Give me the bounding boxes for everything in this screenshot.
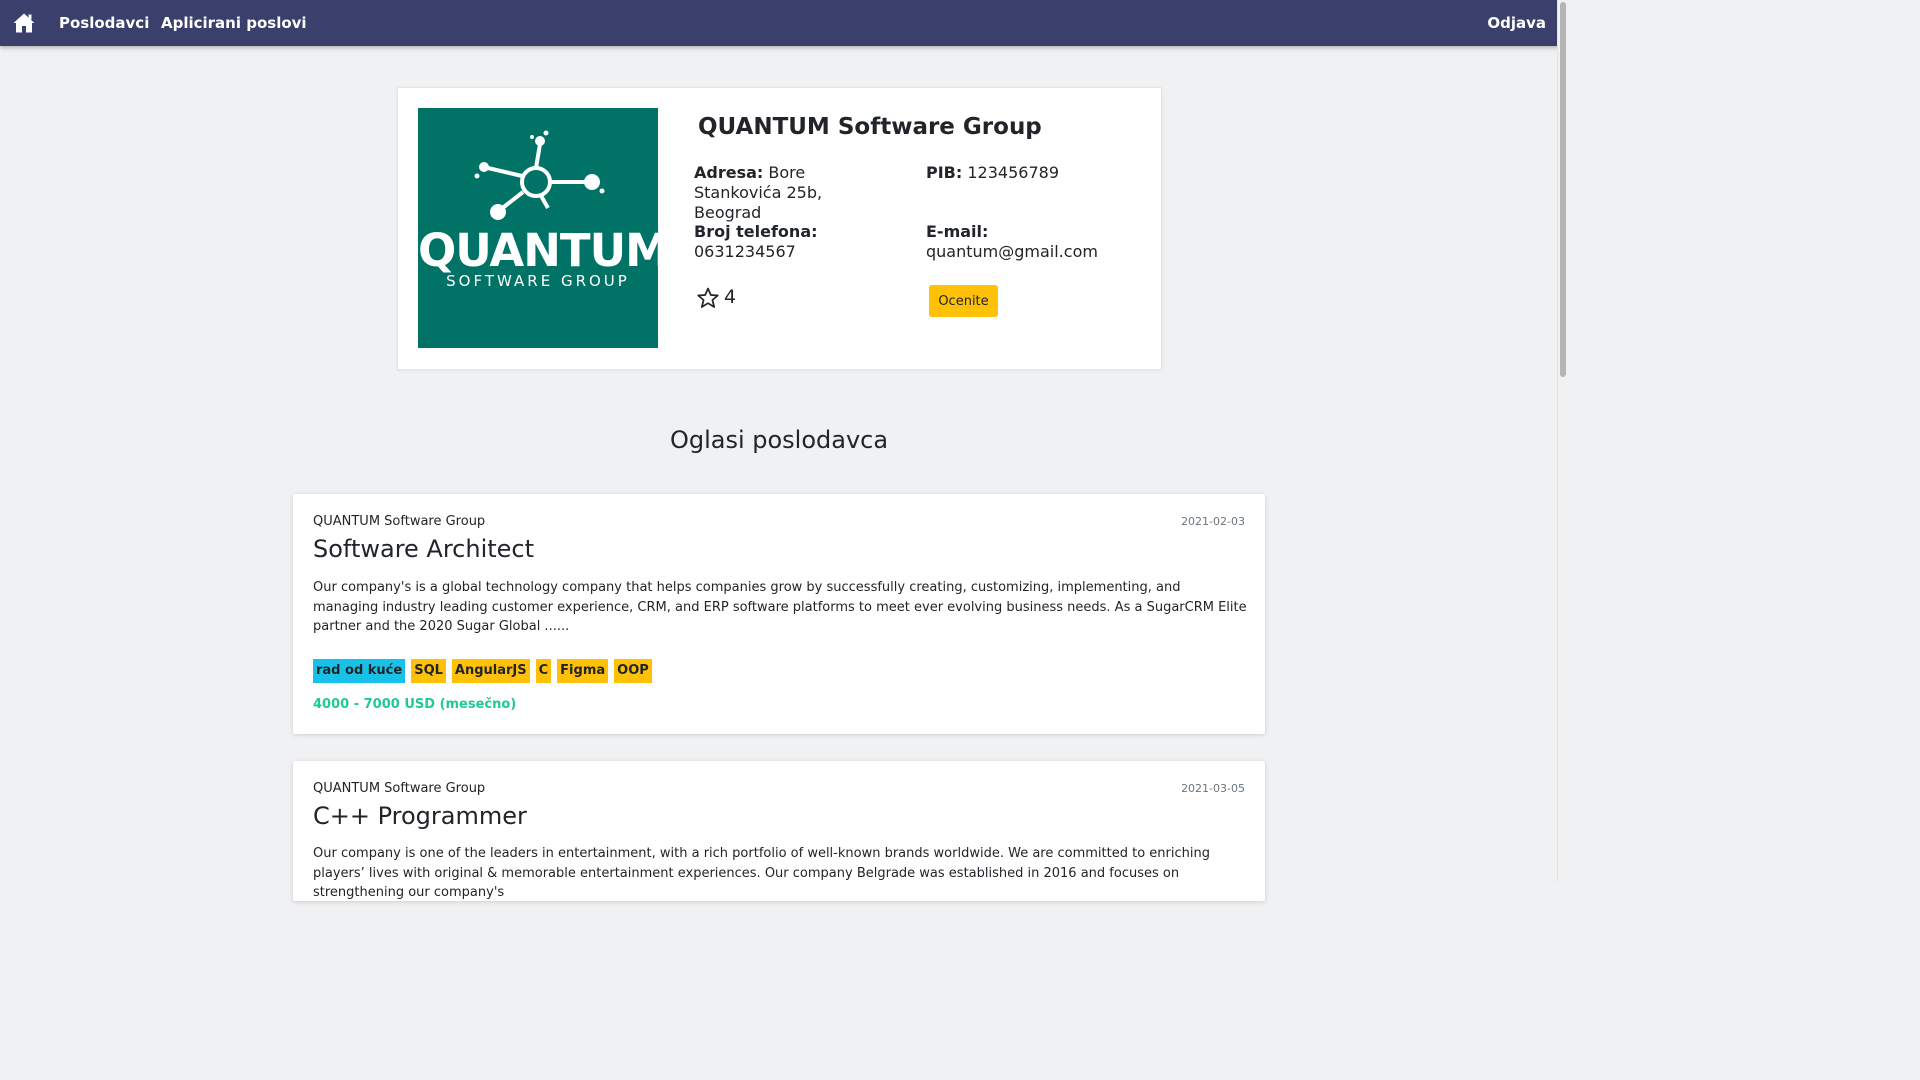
email-label: E-mail:: [926, 222, 989, 241]
rating-value: 4: [724, 286, 737, 308]
company-logo: QUANTUM SOFTWARE GROUP: [418, 108, 670, 348]
job-description: Our company is one of the leaders in ent…: [313, 846, 1210, 900]
phone-value: 0631234567: [694, 242, 796, 261]
pib-field: PIB: 123456789: [926, 163, 1146, 183]
nav-link-aplicirani-poslovi[interactable]: Aplicirani poslovi: [161, 14, 307, 32]
job-date: 2021-03-05: [1181, 782, 1245, 795]
rate-button[interactable]: Ocenite: [929, 285, 998, 317]
job-date: 2021-02-03: [1181, 515, 1245, 528]
nav-link-poslodavci[interactable]: Poslodavci: [59, 14, 149, 32]
page-scrollbar[interactable]: [1557, 0, 1568, 882]
work-type-tag: rad od kuće: [313, 659, 406, 683]
job-tags: rad od kuće SQL AngularJS C Figma OOP: [313, 659, 652, 683]
company-name: QUANTUM Software Group: [698, 114, 1042, 140]
job-card[interactable]: QUANTUM Software Group 2021-03-05 C++ Pr…: [293, 761, 1265, 901]
skill-tag: C: [535, 659, 552, 683]
home-icon[interactable]: [12, 11, 36, 35]
logo-wordmark: QUANTUM: [418, 224, 670, 277]
phone-field: Broj telefona: 0631234567: [694, 222, 924, 262]
skill-tag: OOP: [614, 659, 652, 683]
top-navbar: Poslodavci Aplicirani poslovi Odjava: [0, 0, 1558, 46]
job-title[interactable]: C++ Programmer: [313, 802, 527, 830]
email-value: quantum@gmail.com: [926, 242, 1098, 261]
job-description: Our company's is a global technology com…: [313, 580, 1247, 634]
pib-value: 123456789: [967, 163, 1059, 182]
address-label: Adresa:: [694, 163, 764, 182]
skill-tag: SQL: [411, 659, 446, 683]
logout-link[interactable]: Odjava: [1487, 14, 1546, 32]
section-title: Oglasi poslodavca: [669, 426, 889, 454]
job-salary: 4000 - 7000 USD (mesečno): [313, 697, 517, 712]
skill-tag: AngularJS: [451, 659, 530, 683]
employer-profile-card: QUANTUM SOFTWARE GROUP QUANTUM Software …: [397, 87, 1162, 370]
job-company: QUANTUM Software Group: [313, 514, 486, 529]
job-card[interactable]: QUANTUM Software Group 2021-02-03 Softwa…: [293, 494, 1265, 734]
pib-label: PIB:: [926, 163, 963, 182]
phone-label: Broj telefona:: [694, 222, 818, 241]
email-field: E-mail: quantum@gmail.com: [926, 222, 1146, 262]
logo-subtitle: SOFTWARE GROUP: [446, 272, 630, 290]
star-outline-icon: [697, 287, 719, 308]
job-company: QUANTUM Software Group: [313, 781, 486, 796]
address-field: Adresa: Bore Stankovića 25b, Beograd: [694, 163, 894, 223]
job-title[interactable]: Software Architect: [313, 535, 534, 563]
scrollbar-thumb[interactable]: [1560, 2, 1566, 377]
skill-tag: Figma: [557, 659, 609, 683]
